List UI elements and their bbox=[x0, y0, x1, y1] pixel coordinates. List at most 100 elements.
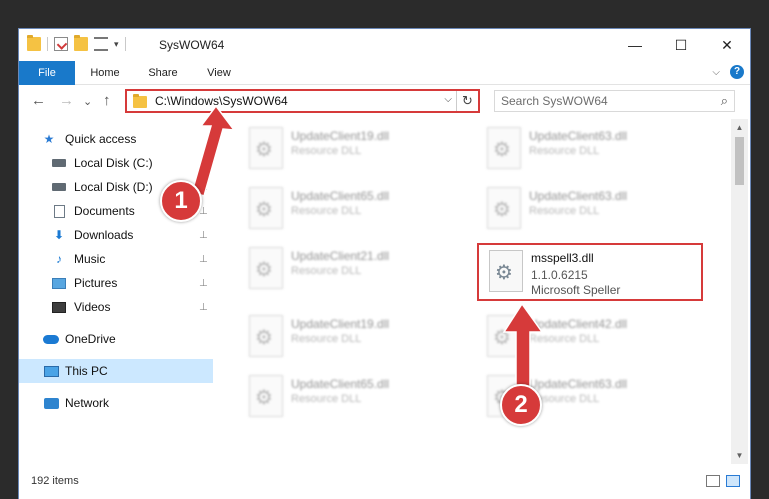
file-type: Resource DLL bbox=[529, 205, 600, 217]
pin-icon[interactable]: ⊥ bbox=[199, 230, 208, 241]
file-item[interactable]: ⚙ UpdateClient63.dll Resource DLL bbox=[477, 121, 697, 177]
sidebar-item-label: Downloads bbox=[74, 228, 134, 242]
scroll-thumb[interactable] bbox=[735, 137, 744, 185]
file-item[interactable]: ⚙ UpdateClient65.dll Resource DLL bbox=[239, 369, 459, 425]
title-bar: ▾ SysWOW64 — ☐ ✕ bbox=[19, 29, 750, 61]
sidebar-item-label: Local Disk (C:) bbox=[74, 156, 153, 170]
sidebar-item-videos[interactable]: Videos ⊥ bbox=[19, 295, 213, 319]
vertical-scrollbar[interactable]: ▲ ▼ bbox=[731, 119, 748, 464]
search-icon[interactable]: ⌕ bbox=[721, 93, 728, 109]
dll-file-icon: ⚙ bbox=[487, 127, 521, 169]
help-icon[interactable]: ? bbox=[730, 65, 744, 79]
file-name: UpdateClient65.dll bbox=[291, 189, 390, 203]
file-description: Microsoft Speller bbox=[531, 283, 621, 297]
customize-icon[interactable] bbox=[94, 37, 108, 51]
view-switcher bbox=[706, 475, 740, 487]
dropdown-icon[interactable]: ▾ bbox=[114, 39, 119, 50]
sidebar-item-label: Network bbox=[65, 396, 110, 410]
disk-icon bbox=[51, 180, 67, 194]
file-item[interactable]: ⚙ UpdateClient63.dll Resource DLL bbox=[477, 181, 697, 237]
dll-file-icon: ⚙ bbox=[249, 187, 283, 229]
tab-share[interactable]: Share bbox=[135, 61, 191, 85]
dll-file-icon: ⚙ bbox=[249, 127, 283, 169]
file-type: Resource DLL bbox=[291, 145, 362, 157]
file-name: UpdateClient19.dll bbox=[291, 129, 390, 143]
pin-icon[interactable]: ⊥ bbox=[199, 278, 208, 289]
dll-file-icon: ⚙ bbox=[249, 315, 283, 357]
forward-button[interactable]: → bbox=[59, 92, 74, 109]
file-item[interactable]: ⚙ UpdateClient19.dll Resource DLL bbox=[239, 121, 459, 177]
tab-file[interactable]: File bbox=[19, 61, 75, 85]
pin-icon[interactable]: ⊥ bbox=[199, 254, 208, 265]
tab-home[interactable]: Home bbox=[77, 61, 133, 85]
tab-view[interactable]: View bbox=[193, 61, 245, 85]
file-name: UpdateClient63.dll bbox=[529, 189, 628, 203]
address-dropdown-icon[interactable]: ⌵ bbox=[444, 94, 452, 105]
pictures-icon bbox=[51, 276, 67, 290]
address-row: ← → ⌄ ↑ C:\Windows\SysWOW64 ⌵ ↻ Search S… bbox=[19, 86, 750, 118]
file-item[interactable]: ⚙ UpdateClient19.dll Resource DLL bbox=[239, 309, 459, 365]
sidebar-item-label: Music bbox=[74, 252, 106, 266]
sidebar-item-label: This PC bbox=[65, 364, 108, 378]
search-placeholder: Search SysWOW64 bbox=[501, 94, 608, 108]
sidebar-item-this-pc[interactable]: This PC bbox=[19, 359, 213, 383]
file-type: Resource DLL bbox=[291, 265, 362, 277]
maximize-button[interactable]: ☐ bbox=[658, 29, 704, 61]
minimize-button[interactable]: — bbox=[612, 29, 658, 61]
sidebar-item-label: Quick access bbox=[65, 132, 137, 146]
pc-icon bbox=[43, 364, 59, 378]
window-title: SysWOW64 bbox=[159, 38, 225, 52]
divider bbox=[47, 37, 48, 51]
downloads-icon: ⬇ bbox=[53, 228, 65, 242]
sidebar-item-label: Videos bbox=[74, 300, 111, 314]
sidebar-item-label: OneDrive bbox=[65, 332, 116, 346]
properties-icon[interactable] bbox=[54, 37, 68, 51]
sidebar-item-pictures[interactable]: Pictures ⊥ bbox=[19, 271, 213, 295]
disk-icon bbox=[51, 156, 67, 170]
expand-ribbon-icon[interactable]: ⌵ bbox=[712, 67, 720, 78]
status-bar: 192 items bbox=[19, 465, 750, 499]
explorer-window: ▾ SysWOW64 — ☐ ✕ File Home Share View ⌵ … bbox=[18, 28, 751, 499]
ribbon-right-controls: ⌵ ? bbox=[712, 65, 744, 79]
window-controls: — ☐ ✕ bbox=[612, 29, 750, 61]
recent-locations-button[interactable]: ⌄ bbox=[83, 95, 92, 108]
file-list: ⚙ UpdateClient19.dll Resource DLL ⚙ Upda… bbox=[215, 119, 731, 464]
file-name: UpdateClient65.dll bbox=[291, 377, 390, 391]
search-input[interactable]: Search SysWOW64 ⌕ bbox=[494, 90, 735, 112]
file-type: Resource DLL bbox=[529, 145, 600, 157]
sidebar-item-music[interactable]: ♪ Music ⊥ bbox=[19, 247, 213, 271]
close-button[interactable]: ✕ bbox=[704, 29, 750, 61]
scroll-up-icon[interactable]: ▲ bbox=[731, 119, 748, 136]
sidebar-item-onedrive[interactable]: OneDrive bbox=[19, 327, 213, 351]
file-name: UpdateClient63.dll bbox=[529, 129, 628, 143]
videos-icon bbox=[51, 300, 67, 314]
tiles-view-icon[interactable] bbox=[726, 475, 740, 487]
refresh-button[interactable]: ↻ bbox=[456, 91, 478, 111]
pin-icon[interactable]: ⊥ bbox=[199, 302, 208, 313]
sidebar-item-downloads[interactable]: ⬇ Downloads ⊥ bbox=[19, 223, 213, 247]
file-item[interactable]: ⚙ UpdateClient21.dll Resource DLL bbox=[239, 241, 459, 297]
details-view-icon[interactable] bbox=[706, 475, 720, 487]
sidebar-item-label: Documents bbox=[74, 204, 135, 218]
star-icon: ★ bbox=[43, 132, 55, 146]
up-button[interactable]: ↑ bbox=[103, 92, 111, 109]
file-name: UpdateClient21.dll bbox=[291, 249, 390, 263]
file-type: Resource DLL bbox=[291, 205, 362, 217]
music-icon: ♪ bbox=[56, 252, 62, 266]
file-name: UpdateClient19.dll bbox=[291, 317, 390, 331]
file-type: Resource DLL bbox=[291, 393, 362, 405]
new-folder-icon[interactable] bbox=[74, 35, 88, 51]
step-2-badge: 2 bbox=[500, 384, 542, 426]
ribbon-tabs: File Home Share View ⌵ ? bbox=[19, 61, 750, 85]
folder-icon bbox=[27, 35, 41, 51]
dll-file-icon: ⚙ bbox=[489, 250, 523, 292]
sidebar-item-network[interactable]: Network bbox=[19, 391, 213, 415]
scroll-down-icon[interactable]: ▼ bbox=[731, 447, 748, 464]
dll-file-icon: ⚙ bbox=[487, 187, 521, 229]
sidebar-item-label: Local Disk (D:) bbox=[74, 180, 153, 194]
file-item[interactable]: ⚙ UpdateClient65.dll Resource DLL bbox=[239, 181, 459, 237]
sidebar-item-label: Pictures bbox=[74, 276, 118, 290]
back-button[interactable]: ← bbox=[31, 92, 46, 109]
file-item-msspell3[interactable]: ⚙ msspell3.dll 1.1.0.6215 Microsoft Spel… bbox=[477, 243, 703, 301]
dll-file-icon: ⚙ bbox=[249, 375, 283, 417]
